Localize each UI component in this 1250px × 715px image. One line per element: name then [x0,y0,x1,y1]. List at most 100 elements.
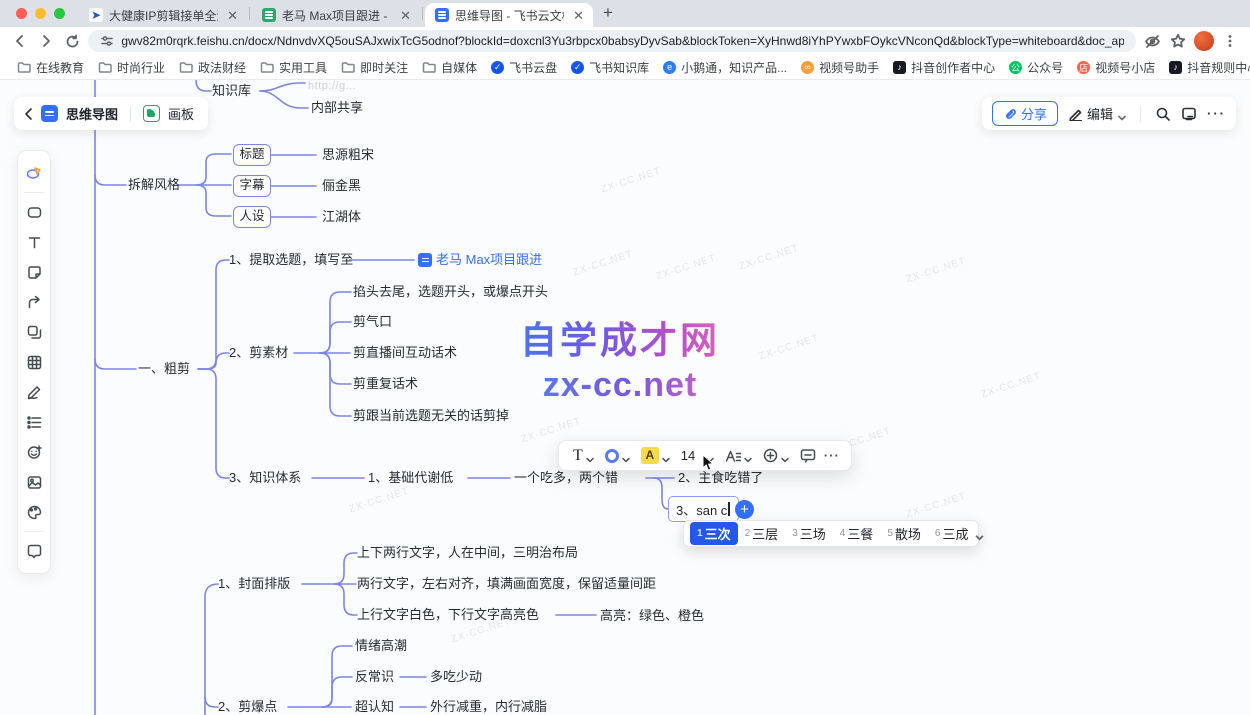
mindmap-node-bp2a[interactable]: 多吃少动 [430,668,482,686]
close-tab-icon[interactable]: ✕ [224,9,241,22]
text-format-button[interactable] [722,449,755,463]
mindmap-node-font-persona[interactable]: 江湖体 [322,208,361,226]
sticky-note-tool-icon[interactable] [19,257,49,287]
share-button[interactable]: 分享 [992,101,1058,126]
search-icon[interactable] [1155,106,1171,122]
mindmap-node-knowledge-sys[interactable]: 3、知识体系 [229,469,301,487]
site-settings-icon[interactable] [100,34,113,48]
ime-candidate-1[interactable]: 1三次 [690,522,738,545]
theme-tool-icon[interactable] [19,497,49,527]
mindmap-node-cm5[interactable]: 剪跟当前选题无关的话剪掉 [353,407,509,425]
mindmap-node-bp3a[interactable]: 外行减重，内行减脂 [430,698,547,715]
mindmap-node-tag-persona[interactable]: 人设 [233,206,271,228]
ime-candidate-4[interactable]: 4三餐 [833,522,881,545]
mindmap-node-ks1[interactable]: 1、基础代谢低 [368,469,453,487]
bookmark-site[interactable]: ✓飞书云盘 [484,57,564,78]
mindmap-node-internal-share[interactable]: 内部共享 [311,99,363,117]
back-chevron-icon[interactable] [24,107,33,121]
tab-2[interactable]: 老马 Max项目跟进 - 飞书云文... ✕ [252,3,420,27]
board-label[interactable]: 画板 [168,104,194,123]
tab-1[interactable]: ➤ 大健康IP剪辑接单全流程 - 飞... ✕ [79,3,247,27]
minimize-window-button[interactable] [35,8,46,19]
mindmap-node-cv3[interactable]: 上行文字白色，下行文字高亮色 [357,606,539,624]
eye-off-icon[interactable] [1142,31,1162,51]
bookmark-folder[interactable]: 在线教育 [10,57,91,78]
insert-button[interactable] [760,448,792,463]
bookmark-folder[interactable]: 即时关注 [334,57,415,78]
bookmark-site[interactable]: ✓飞书知识库 [564,57,656,78]
bookmark-folder[interactable]: 政法财经 [172,57,253,78]
text-style-button[interactable]: T [570,447,597,465]
mindmap-node-font-subtitle[interactable]: 俪金黑 [322,177,361,195]
new-tab-button[interactable]: + [603,3,613,23]
mindmap-node-ks3[interactable]: 2、主食吃错了 [678,469,763,487]
mindmap-node-burst[interactable]: 2、剪爆点 [218,698,277,715]
mindmap-node-faint-link[interactable]: http://g... [308,77,356,95]
text-tool-icon[interactable] [19,227,49,257]
more-actions-icon[interactable]: ··· [1207,106,1226,121]
whiteboard-canvas[interactable]: ZX-CC.NETZX-CC.NETZX-CC.NETZX-CC.NETZX-C… [0,80,1250,715]
mindmap-node-cut-material[interactable]: 2、剪素材 [229,344,288,362]
editing-node-input[interactable]: 3、san c [668,496,739,522]
add-child-node-button[interactable]: + [735,500,754,519]
image-tool-icon[interactable] [19,467,49,497]
mindmap-node-pick-topic[interactable]: 1、提取选题，填写至 [229,251,353,269]
bookmark-site[interactable]: ♪抖音创作者中心 [886,57,1002,78]
mindmap-node-cm4[interactable]: 剪重复话术 [353,375,418,393]
bookmark-star-icon[interactable] [1168,31,1188,51]
connector-tool-icon[interactable] [19,287,49,317]
forward-icon[interactable] [36,31,56,51]
bookmark-folder[interactable]: 实用工具 [253,57,334,78]
mindmap-node-tag-subtitle[interactable]: 字幕 [233,175,271,197]
mindmap-node-cover[interactable]: 1、封面排版 [218,575,290,593]
bookmark-site[interactable]: 店视频号小店 [1070,57,1162,78]
sticker-tool-icon[interactable] [19,437,49,467]
more-format-icon[interactable]: ··· [824,448,840,463]
close-tab-icon[interactable]: ✕ [570,9,587,22]
bookmark-site[interactable]: e小鹅通，知识产品... [656,57,794,78]
bookmark-folder[interactable]: 时尚行业 [91,57,172,78]
mindmap-node-cv2[interactable]: 两行文字，左右对齐，填满画面宽度，保留适量间距 [357,575,656,593]
browser-menu-icon[interactable] [1220,31,1240,51]
bookmark-folder[interactable]: 自媒体 [415,57,484,78]
table-tool-icon[interactable] [19,347,49,377]
outline-tool-icon[interactable] [19,407,49,437]
zoom-window-button[interactable] [54,8,65,19]
reload-icon[interactable] [62,31,82,51]
omnibox[interactable]: gwv82m0rqrk.feishu.cn/docx/NdnvdvXQ5ouSA… [88,30,1136,52]
mindmap-node-bp2[interactable]: 反常识 [355,668,394,686]
mindmap-node-cv3a[interactable]: 高亮：绿色、橙色 [600,607,704,625]
mindmap-node-cm2[interactable]: 剪气口 [353,313,392,331]
mindmap-node-doc-link[interactable]: 老马 Max项目跟进 [418,251,542,269]
mindmap-node-cm1[interactable]: 掐头去尾，选题开头，或爆点开头 [353,283,548,301]
comment-button[interactable] [797,448,819,463]
ime-candidate-6[interactable]: 6三成 [928,522,976,545]
frame-tool-icon[interactable] [19,197,49,227]
comment-panel-icon[interactable] [1181,106,1197,122]
mindmap-node-bp1[interactable]: 情绪高潮 [355,637,407,655]
pen-tool-icon[interactable] [19,377,49,407]
profile-avatar[interactable] [1194,31,1214,51]
ime-candidate-2[interactable]: 2三层 [738,522,786,545]
back-icon[interactable] [10,31,30,51]
mindmap-node-tag-title[interactable]: 标题 [233,144,271,166]
mindmap-node-cm3[interactable]: 剪直播间互动话术 [353,344,457,362]
mindmap-node-cv1[interactable]: 上下两行文字，人在中间，三明治布局 [357,544,578,562]
select-tool-icon[interactable] [19,158,49,188]
text-highlight-button[interactable]: A [638,447,673,464]
mindmap-node-ks2[interactable]: 一个吃多，两个错 [514,469,618,487]
mindmap-node-knowledge-base[interactable]: 知识库 [212,82,251,100]
close-window-button[interactable] [16,8,27,19]
font-size-select[interactable]: 14 [678,448,717,463]
close-tab-icon[interactable]: ✕ [397,9,414,22]
ime-candidate-3[interactable]: 3三场 [785,522,833,545]
mindmap-node-font-title[interactable]: 思源粗宋 [322,146,374,164]
shape-tool-icon[interactable] [19,317,49,347]
mindmap-node-rough-cut[interactable]: 一、粗剪 [138,360,190,378]
bookmark-site[interactable]: ♪抖音规则中心 [1162,57,1250,78]
mindmap-node-bp3[interactable]: 超认知 [355,698,394,715]
border-color-button[interactable] [602,449,633,463]
tab-3-active[interactable]: 思维导图 - 飞书云文档 ✕ [425,3,593,27]
ime-expand-chevron[interactable] [975,530,983,538]
bookmark-site[interactable]: ∞视频号助手 [794,57,886,78]
